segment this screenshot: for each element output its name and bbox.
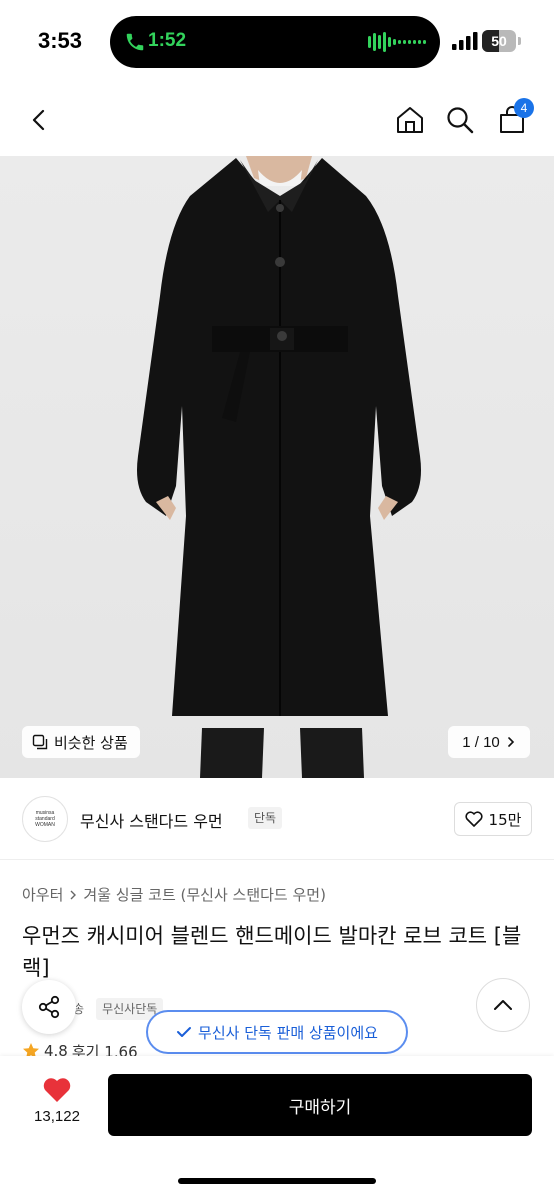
share-button[interactable] [22,980,76,1034]
similar-products-label: 비슷한 상품 [54,733,128,752]
category-breadcrumb: 아우터 겨울 싱글 코트 (무신사 스탠다드 우먼) [22,884,326,905]
chevron-up-icon [494,1000,512,1010]
brand-logo[interactable]: musinsa standard WOMAN [22,796,68,842]
search-button[interactable] [442,102,478,138]
chevron-right-icon [507,737,514,747]
status-time: 3:53 [38,28,83,53]
phone-icon [126,33,144,51]
wishlist-button[interactable]: 13,122 [24,1076,90,1132]
page-counter-text: 1 / 10 [462,733,500,751]
search-icon [447,107,474,134]
back-icon [32,109,45,131]
home-icon [397,107,423,133]
brand-like-count: 15만 [488,810,522,829]
product-title: 우먼즈 캐시미어 블렌드 핸드메이드 발마칸 로브 코트 [블랙] [22,924,522,980]
battery-indicator: 50 [482,30,522,52]
product-image-gallery[interactable]: 비슷한 상품 1 / 10 [0,156,554,778]
call-duration: 1:52 [148,30,187,51]
breadcrumb-sub[interactable]: 겨울 싱글 코트 (무신사 스탠다드 우먼) [83,884,326,905]
check-icon [177,1027,192,1037]
scroll-to-top-button[interactable] [476,978,530,1032]
brand-logo-text: WOMAN [35,822,55,828]
cart-count-badge: 4 [514,98,534,118]
buy-button[interactable]: 구매하기 [108,1074,532,1136]
similar-products-button[interactable]: 비슷한 상품 [22,726,140,758]
breadcrumb-main[interactable]: 아우터 [22,884,63,905]
home-button[interactable] [392,102,428,138]
brand-name-link[interactable]: 무신사 스탠다드 우먼 [80,808,223,832]
back-button[interactable] [22,102,58,138]
chevron-right-icon [70,890,77,899]
image-page-counter[interactable]: 1 / 10 [448,726,530,758]
copy-icon [32,734,48,750]
cart-button[interactable]: 4 [494,98,534,138]
exclusive-badge: 단독 [248,807,283,829]
heart-outline-icon [465,811,483,827]
exclusive-toast-label: 무신사 단독 판매 상품이에요 [198,1023,378,1042]
top-nav: 4 [0,84,554,156]
battery-level: 50 [491,33,507,49]
exclusive-toast: 무신사 단독 판매 상품이에요 [146,1010,408,1054]
active-call-pill[interactable]: 1:52 [110,16,440,68]
brand-like-button[interactable]: 15만 [454,802,532,836]
wishlist-count: 13,122 [34,1108,80,1125]
battery-icon: 50 [482,30,516,52]
status-bar: 3:53 1:52 50 [0,0,554,84]
heart-filled-icon [43,1078,71,1102]
product-photo [137,156,421,778]
share-icon [38,995,60,1019]
bottom-action-bar: 13,122 구매하기 [0,1056,554,1200]
brand-row: musinsa standard WOMAN 무신사 스탠다드 우먼 단독 15… [0,778,554,860]
audio-wave-icon [368,32,426,52]
home-indicator [178,1178,376,1184]
cellular-signal-icon [452,32,478,50]
